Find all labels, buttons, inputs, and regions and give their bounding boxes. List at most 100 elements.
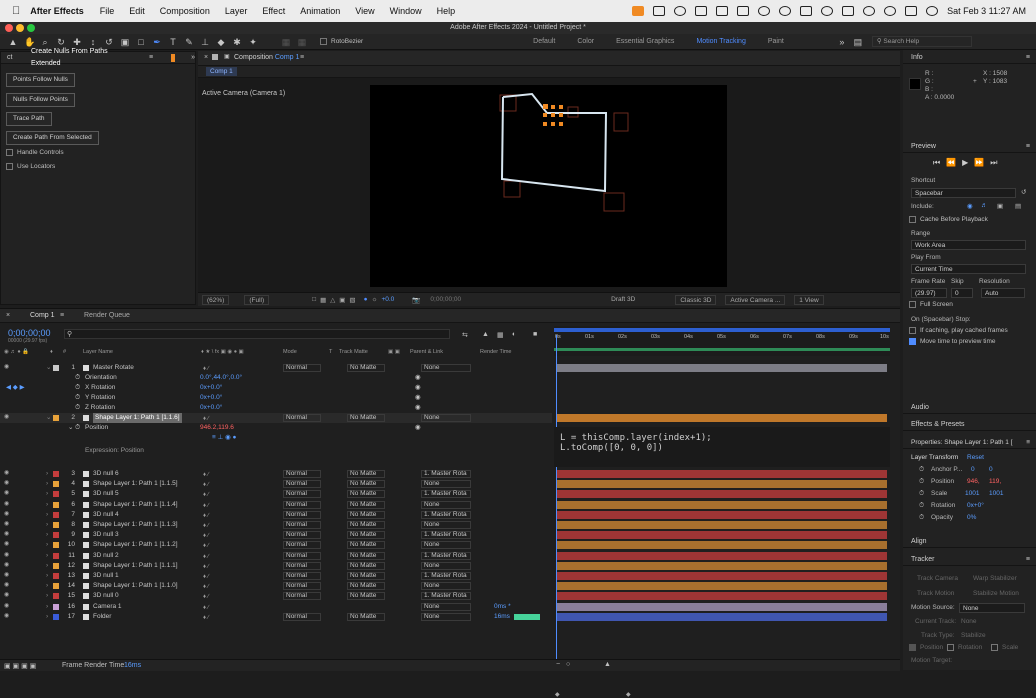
layer-name[interactable]: Shape Layer 1: Path 1 [1.1.6]: [93, 413, 182, 423]
rotobezier-checkbox[interactable]: RotoBezier: [320, 38, 363, 45]
layer-name[interactable]: Master Rotate: [93, 363, 134, 373]
stopwatch-icon[interactable]: ⏱: [919, 490, 924, 498]
timecode-display[interactable]: 0;00;00;00: [430, 296, 461, 303]
mode-select[interactable]: Normal: [283, 531, 321, 540]
stabilize-motion-button[interactable]: Stabilize Motion: [973, 590, 1019, 597]
if-caching-checkbox[interactable]: If caching, play cached frames: [909, 327, 1008, 334]
layer-name[interactable]: 3D null 1: [93, 571, 119, 581]
expand-icon[interactable]: ›: [46, 479, 48, 489]
shy-layers-icon[interactable]: ▲: [482, 331, 489, 338]
work-area-bar[interactable]: [554, 328, 890, 332]
mode-header[interactable]: Mode: [283, 349, 297, 355]
pick-whip-icon[interactable]: ◉: [415, 393, 421, 403]
expand-icon[interactable]: ›: [46, 489, 48, 499]
parent-select[interactable]: None: [421, 500, 471, 509]
microphone-icon[interactable]: [632, 6, 645, 16]
eye-icon[interactable]: ◉: [4, 480, 11, 487]
zoom-out-icon[interactable]: −: [556, 661, 560, 668]
reset-link[interactable]: Reset: [967, 454, 984, 461]
track-matte-select[interactable]: No Matte: [347, 490, 385, 499]
panel-menu-icon[interactable]: ≡: [149, 52, 153, 64]
mask-visibility-icon[interactable]: △: [330, 296, 335, 304]
label-color[interactable]: [53, 552, 59, 559]
minimize-window-icon[interactable]: [16, 24, 24, 32]
parent-select[interactable]: None: [421, 612, 471, 621]
apple-icon[interactable]: : [12, 5, 20, 17]
layer-name[interactable]: 3D null 5: [93, 489, 119, 499]
workspace-default[interactable]: Default: [533, 38, 555, 45]
cloud-icon[interactable]: [800, 6, 813, 16]
layer-row[interactable]: ◉ › 13 3D null 1 ♦ ∕ Normal No Matte 1. Master …: [0, 571, 552, 581]
layer-row[interactable]: ◉ › 9 3D null 3 ♦ ∕ Normal No Matte 1. Master R…: [0, 530, 552, 540]
layer-bar[interactable]: [557, 521, 887, 529]
layer-row[interactable]: ◉ › 6 Shape Layer 1: Path 1 [1.1.4] ♦ ∕ Norma…: [0, 500, 552, 510]
menu-file[interactable]: File: [100, 6, 115, 16]
track-matte-select[interactable]: No Matte: [347, 414, 385, 422]
layer-row[interactable]: ◉ › 12 Shape Layer 1: Path 1 [1.1.1] ♦ ∕ Norm…: [0, 561, 552, 571]
label-color[interactable]: [53, 415, 59, 421]
menu-help[interactable]: Help: [437, 6, 456, 16]
parent-select[interactable]: 1. Master Rota: [421, 470, 471, 478]
wifi-icon[interactable]: [863, 6, 876, 16]
close-tab-icon[interactable]: ×: [204, 54, 208, 61]
timeline-menu-icon[interactable]: ≡: [60, 312, 64, 319]
track-matte-header[interactable]: Track Matte: [339, 349, 368, 355]
eye-icon[interactable]: ◉: [4, 414, 11, 421]
clone-tool-icon[interactable]: ⊥: [200, 37, 210, 47]
parent-select[interactable]: None: [421, 521, 471, 529]
brush-tool-icon[interactable]: ✎: [184, 37, 194, 47]
mode-select[interactable]: Normal: [283, 612, 321, 621]
warp-stabilizer-button[interactable]: Warp Stabilizer: [973, 575, 1017, 582]
track-matte-select[interactable]: No Matte: [347, 582, 385, 591]
properties-menu-icon[interactable]: ≡: [1026, 437, 1030, 449]
track-matte-select[interactable]: No Matte: [347, 510, 385, 519]
eye-icon[interactable]: ◉: [4, 562, 11, 569]
layer-bar[interactable]: [557, 582, 887, 591]
stopwatch-icon[interactable]: ⏱: [919, 478, 924, 486]
nulls-follow-points-button[interactable]: Nulls Follow Points: [6, 93, 75, 107]
shy-switch-icon[interactable]: ♦ ∕: [203, 613, 209, 623]
eye-icon[interactable]: ◉: [4, 364, 11, 371]
zoom-window-icon[interactable]: [27, 24, 35, 32]
eye-icon[interactable]: ◉: [4, 572, 11, 579]
move-time-checkbox[interactable]: Move time to preview time: [909, 338, 996, 345]
motion-blur-icon[interactable]: ◐: [512, 331, 516, 338]
expand-icon[interactable]: ›: [46, 500, 48, 510]
create-nulls-tab[interactable]: Create Nulls From Paths Extended: [31, 46, 139, 70]
layer-name[interactable]: 3D null 0: [93, 591, 119, 601]
mode-select[interactable]: Normal: [283, 470, 321, 478]
menu-window[interactable]: Window: [390, 6, 422, 16]
s-icon[interactable]: [758, 6, 771, 16]
eye-icon[interactable]: ◉: [4, 541, 11, 548]
time-ruler[interactable]: 0s 01s 02s 03s 04s 05s 06s 07s 08s 09s 1…: [554, 326, 890, 356]
shortcut-select[interactable]: Spacebar: [911, 188, 1016, 198]
region-of-interest-icon[interactable]: □: [312, 296, 316, 303]
expand-icon[interactable]: ⌄: [46, 413, 51, 423]
include-overlays-icon[interactable]: ▣: [997, 202, 1003, 210]
parent-select[interactable]: None: [421, 541, 471, 550]
axis-icon[interactable]: ▦: [281, 37, 291, 47]
points-follow-nulls-button[interactable]: Points Follow Nulls: [6, 73, 75, 87]
cache-before-playback-checkbox[interactable]: Cache Before Playback: [909, 216, 988, 223]
pick-whip-icon[interactable]: ◉: [415, 403, 421, 413]
app-menu[interactable]: After Effects: [30, 6, 84, 16]
parent-select[interactable]: None: [421, 414, 471, 422]
layer-bar[interactable]: [557, 541, 887, 550]
layer-name[interactable]: Camera 1: [93, 602, 122, 612]
layer-bar[interactable]: [557, 531, 887, 540]
channel-icon[interactable]: ▧: [349, 296, 355, 304]
layer-bar[interactable]: [557, 414, 887, 422]
expression-editor[interactable]: L = thisComp.layer(index+1); L.toComp([0…: [554, 427, 890, 467]
expression-switches-icon[interactable]: ≡ ⊥ ◉ ●: [212, 433, 236, 443]
label-color[interactable]: [53, 532, 59, 539]
track-matte-select[interactable]: No Matte: [347, 612, 385, 621]
frame-blending-icon[interactable]: ▦: [497, 331, 504, 339]
use-locators-checkbox[interactable]: Use Locators: [6, 163, 55, 170]
comp-1-tab[interactable]: Comp 1: [206, 67, 237, 76]
layer-row[interactable]: ◉ › 7 3D null 4 ♦ ∕ Normal No Matte 1. Master R…: [0, 510, 552, 520]
layer-name[interactable]: Shape Layer 1: Path 1 [1.1.3]: [93, 520, 178, 530]
label-color[interactable]: [53, 471, 59, 477]
puppet-tool-icon[interactable]: ✦: [248, 37, 258, 47]
eye-icon[interactable]: ◉: [4, 490, 11, 497]
comp-canvas[interactable]: [370, 85, 727, 287]
